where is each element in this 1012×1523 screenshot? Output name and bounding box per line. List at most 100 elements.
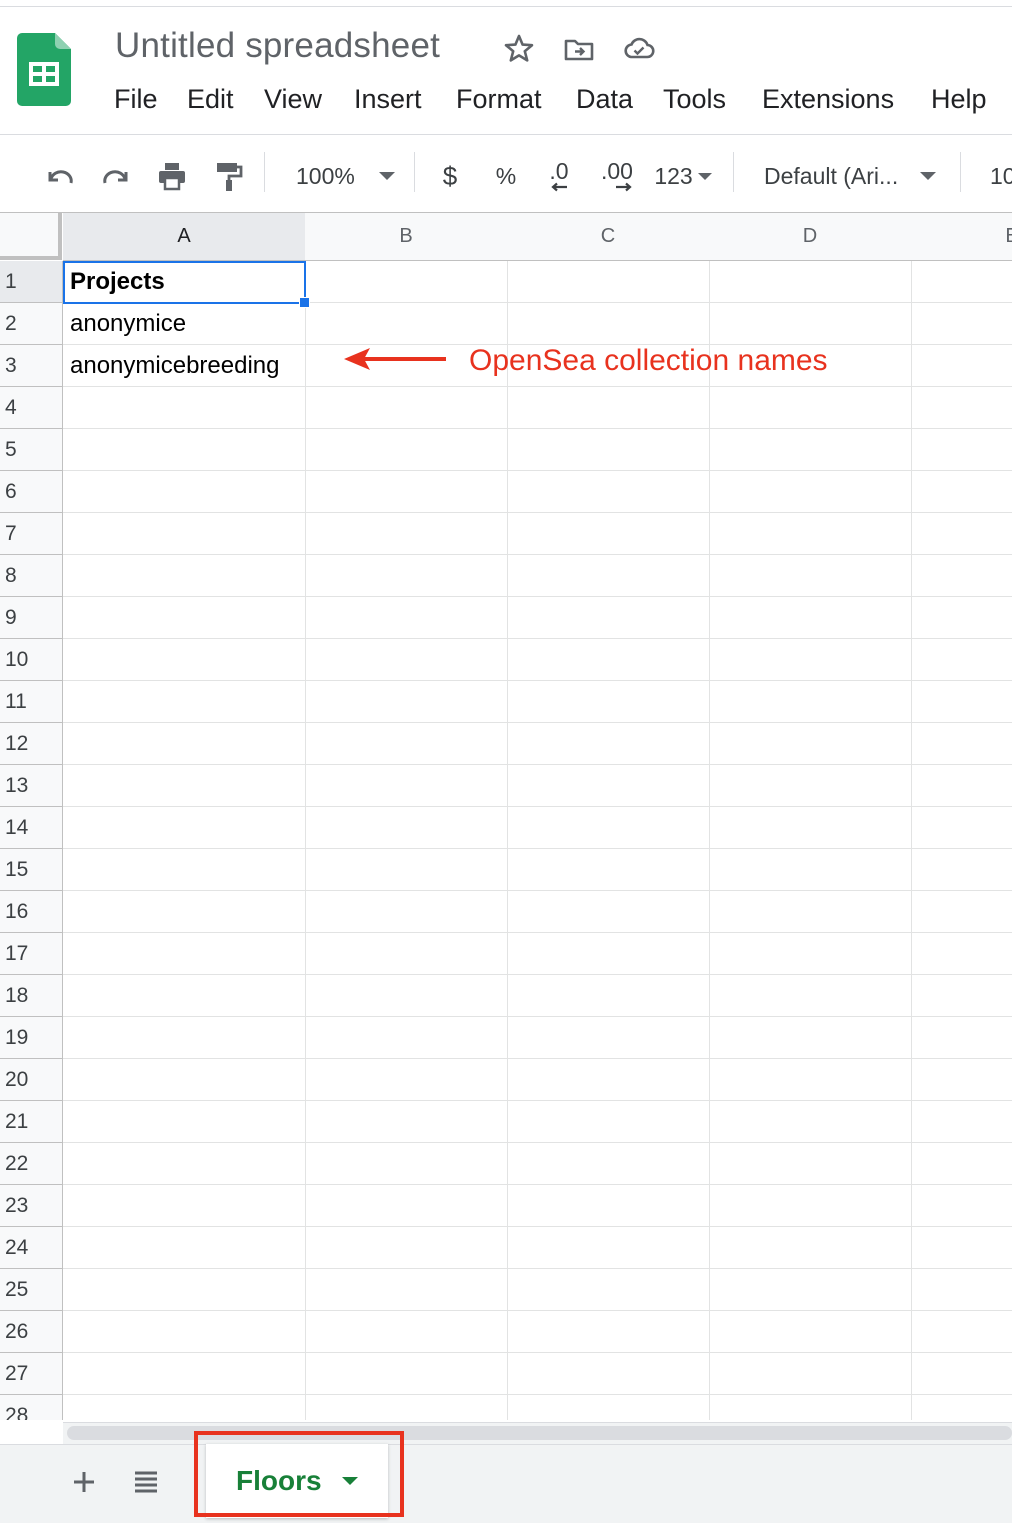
row-header-14[interactable]: 14 bbox=[0, 807, 63, 849]
cell-b4[interactable] bbox=[305, 387, 508, 429]
print-button[interactable] bbox=[152, 156, 192, 196]
cell-d6[interactable] bbox=[709, 471, 912, 513]
cell-e7[interactable] bbox=[911, 513, 1012, 555]
cell-e19[interactable] bbox=[911, 1017, 1012, 1059]
row-header-18[interactable]: 18 bbox=[0, 975, 63, 1017]
cell-d11[interactable] bbox=[709, 681, 912, 723]
cell-b10[interactable] bbox=[305, 639, 508, 681]
row-header-7[interactable]: 7 bbox=[0, 513, 63, 555]
cell-d18[interactable] bbox=[709, 975, 912, 1017]
cell-a26[interactable] bbox=[63, 1311, 306, 1353]
cell-b24[interactable] bbox=[305, 1227, 508, 1269]
cell-d12[interactable] bbox=[709, 723, 912, 765]
row-header-10[interactable]: 10 bbox=[0, 639, 63, 681]
row-header-19[interactable]: 19 bbox=[0, 1017, 63, 1059]
cell-b20[interactable] bbox=[305, 1059, 508, 1101]
cell-e18[interactable] bbox=[911, 975, 1012, 1017]
row-header-27[interactable]: 27 bbox=[0, 1353, 63, 1395]
cell-b23[interactable] bbox=[305, 1185, 508, 1227]
menu-extensions[interactable]: Extensions bbox=[762, 84, 894, 115]
row-header-17[interactable]: 17 bbox=[0, 933, 63, 975]
cell-a22[interactable] bbox=[63, 1143, 306, 1185]
cell-b21[interactable] bbox=[305, 1101, 508, 1143]
cell-a14[interactable] bbox=[63, 807, 306, 849]
cell-c5[interactable] bbox=[507, 429, 710, 471]
cell-c1[interactable] bbox=[507, 261, 710, 303]
cell-c14[interactable] bbox=[507, 807, 710, 849]
cell-c26[interactable] bbox=[507, 1311, 710, 1353]
row-header-28[interactable]: 28 bbox=[0, 1395, 63, 1420]
cell-e26[interactable] bbox=[911, 1311, 1012, 1353]
cell-d24[interactable] bbox=[709, 1227, 912, 1269]
cell-e25[interactable] bbox=[911, 1269, 1012, 1311]
row-header-5[interactable]: 5 bbox=[0, 429, 63, 471]
cell-b25[interactable] bbox=[305, 1269, 508, 1311]
column-header-a[interactable]: A bbox=[63, 213, 306, 261]
cell-c6[interactable] bbox=[507, 471, 710, 513]
cell-e27[interactable] bbox=[911, 1353, 1012, 1395]
row-header-25[interactable]: 25 bbox=[0, 1269, 63, 1311]
cell-d20[interactable] bbox=[709, 1059, 912, 1101]
all-sheets-button[interactable] bbox=[126, 1462, 166, 1502]
column-header-e[interactable]: E bbox=[911, 213, 1012, 261]
cell-a13[interactable] bbox=[63, 765, 306, 807]
cell-a8[interactable] bbox=[63, 555, 306, 597]
currency-button[interactable]: $ bbox=[432, 156, 468, 196]
document-title[interactable]: Untitled spreadsheet bbox=[115, 26, 440, 66]
menu-insert[interactable]: Insert bbox=[354, 84, 422, 115]
decrease-decimal-button[interactable]: .0 bbox=[538, 156, 580, 196]
cell-e6[interactable] bbox=[911, 471, 1012, 513]
cell-c27[interactable] bbox=[507, 1353, 710, 1395]
cell-e8[interactable] bbox=[911, 555, 1012, 597]
cell-e9[interactable] bbox=[911, 597, 1012, 639]
cell-c28[interactable] bbox=[507, 1395, 710, 1420]
cell-b17[interactable] bbox=[305, 933, 508, 975]
cell-b9[interactable] bbox=[305, 597, 508, 639]
cell-a15[interactable] bbox=[63, 849, 306, 891]
paint-format-button[interactable] bbox=[208, 156, 248, 196]
cell-e1[interactable] bbox=[911, 261, 1012, 303]
increase-decimal-button[interactable]: .00 bbox=[594, 156, 640, 196]
cell-b28[interactable] bbox=[305, 1395, 508, 1420]
row-header-26[interactable]: 26 bbox=[0, 1311, 63, 1353]
cell-d23[interactable] bbox=[709, 1185, 912, 1227]
cell-d22[interactable] bbox=[709, 1143, 912, 1185]
cell-a21[interactable] bbox=[63, 1101, 306, 1143]
cell-e17[interactable] bbox=[911, 933, 1012, 975]
cell-d5[interactable] bbox=[709, 429, 912, 471]
cell-c19[interactable] bbox=[507, 1017, 710, 1059]
row-header-1[interactable]: 1 bbox=[0, 261, 63, 303]
select-all-corner[interactable] bbox=[0, 213, 62, 260]
cell-b18[interactable] bbox=[305, 975, 508, 1017]
cell-a4[interactable] bbox=[63, 387, 306, 429]
column-header-d[interactable]: D bbox=[709, 213, 912, 261]
cell-d21[interactable] bbox=[709, 1101, 912, 1143]
zoom-select[interactable]: 100% bbox=[280, 156, 402, 196]
cell-d17[interactable] bbox=[709, 933, 912, 975]
cell-c10[interactable] bbox=[507, 639, 710, 681]
row-header-16[interactable]: 16 bbox=[0, 891, 63, 933]
row-header-13[interactable]: 13 bbox=[0, 765, 63, 807]
menu-help[interactable]: Help bbox=[931, 84, 987, 115]
menu-data[interactable]: Data bbox=[576, 84, 633, 115]
cell-c22[interactable] bbox=[507, 1143, 710, 1185]
cell-e21[interactable] bbox=[911, 1101, 1012, 1143]
cell-e4[interactable] bbox=[911, 387, 1012, 429]
row-header-3[interactable]: 3 bbox=[0, 345, 63, 387]
cell-a20[interactable] bbox=[63, 1059, 306, 1101]
cell-e16[interactable] bbox=[911, 891, 1012, 933]
cell-a10[interactable] bbox=[63, 639, 306, 681]
cell-a24[interactable] bbox=[63, 1227, 306, 1269]
number-format-select[interactable]: 123 bbox=[650, 156, 716, 196]
cell-d27[interactable] bbox=[709, 1353, 912, 1395]
cell-e14[interactable] bbox=[911, 807, 1012, 849]
cell-d7[interactable] bbox=[709, 513, 912, 555]
cell-c15[interactable] bbox=[507, 849, 710, 891]
cell-c9[interactable] bbox=[507, 597, 710, 639]
cell-c16[interactable] bbox=[507, 891, 710, 933]
cell-b12[interactable] bbox=[305, 723, 508, 765]
cell-a16[interactable] bbox=[63, 891, 306, 933]
cell-e11[interactable] bbox=[911, 681, 1012, 723]
cell-d1[interactable] bbox=[709, 261, 912, 303]
cell-a12[interactable] bbox=[63, 723, 306, 765]
